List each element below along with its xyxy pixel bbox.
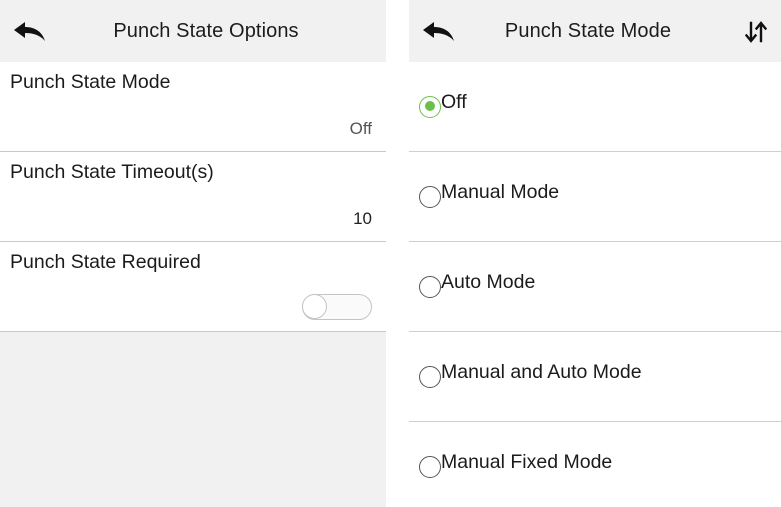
setting-label: Punch State Mode [10, 71, 171, 93]
radio-selected-icon[interactable] [419, 95, 441, 118]
back-arrow-icon[interactable] [14, 22, 48, 42]
header: Punch State Mode [409, 0, 781, 62]
setting-label: Punch State Timeout(s) [10, 161, 214, 183]
toggle-knob [302, 294, 327, 319]
setting-value: 10 [353, 209, 372, 228]
setting-value: Off [349, 119, 372, 138]
setting-punch-state-timeout[interactable]: Punch State Timeout(s) 10 [0, 152, 386, 242]
radio-unselected-icon[interactable] [419, 185, 441, 208]
punch-state-required-toggle[interactable] [302, 294, 372, 320]
radio-unselected-icon[interactable] [419, 455, 441, 478]
option-label: Manual and Auto Mode [441, 361, 642, 383]
option-manual-and-auto-mode[interactable]: Manual and Auto Mode [409, 332, 781, 422]
setting-label: Punch State Required [10, 251, 201, 273]
radio-unselected-icon[interactable] [419, 275, 441, 298]
option-label: Manual Mode [441, 181, 560, 203]
option-manual-fixed-mode[interactable]: Manual Fixed Mode [409, 422, 781, 507]
option-manual-mode[interactable]: Manual Mode [409, 152, 781, 242]
options-list: Off Manual Mode Auto Mode Manual and Aut… [409, 62, 781, 507]
option-label: Off [441, 91, 467, 113]
option-auto-mode[interactable]: Auto Mode [409, 242, 781, 332]
radio-unselected-icon[interactable] [419, 365, 441, 388]
sort-icon[interactable] [745, 20, 767, 44]
punch-state-options-screen: Punch State Options Punch State Mode Off… [0, 0, 386, 507]
header: Punch State Options [0, 0, 386, 62]
punch-state-mode-screen: Punch State Mode Off Manual Mode Auto Mo… [409, 0, 781, 507]
page-title: Punch State Mode [504, 19, 672, 42]
option-label: Auto Mode [441, 271, 536, 293]
setting-punch-state-mode[interactable]: Punch State Mode Off [0, 62, 386, 152]
empty-area [0, 332, 386, 507]
setting-punch-state-required: Punch State Required [0, 242, 386, 332]
page-title: Punch State Options [113, 19, 299, 42]
option-label: Manual Fixed Mode [441, 451, 613, 473]
option-off[interactable]: Off [409, 62, 781, 152]
back-arrow-icon[interactable] [423, 22, 457, 42]
radio-dot [424, 101, 435, 111]
